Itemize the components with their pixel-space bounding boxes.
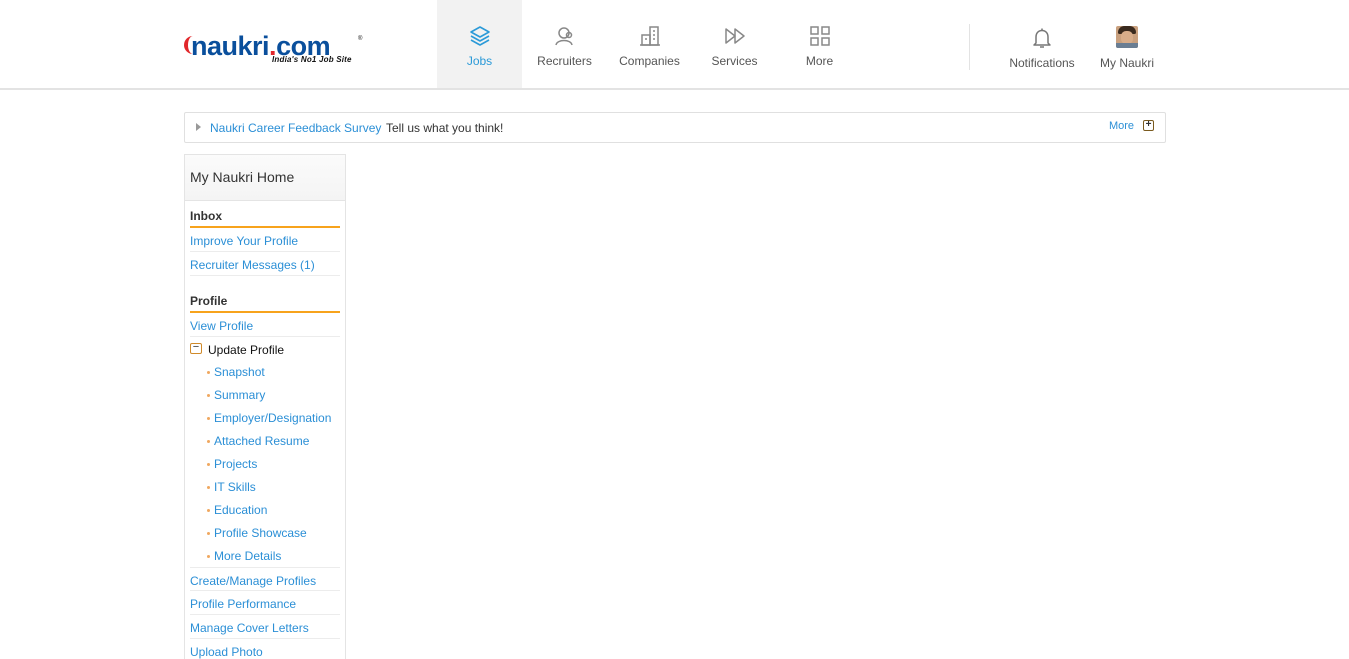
survey-more-link[interactable]: More [1109,120,1134,132]
sub-link-it-skills[interactable]: IT Skills [190,475,340,498]
profile-section: Profile View Profile − Update Profile Sn… [190,286,340,659]
logo-tagline: India's No1 Job Site [272,55,352,64]
avatar [1116,26,1138,48]
sub-link-snapshot[interactable]: Snapshot [190,360,340,383]
bullet-icon [207,394,210,397]
bullet-icon [207,509,210,512]
survey-text: Tell us what you think! [386,121,504,135]
create-manage-profiles-link[interactable]: Create/Manage Profiles [190,567,340,591]
profile-performance-link[interactable]: Profile Performance [190,591,340,615]
naukri-logo[interactable]: naukri.com ® India's No1 Job Site [184,30,369,70]
bullet-icon [207,532,210,535]
sidebar-title: My Naukri Home [185,155,345,201]
update-profile-toggle[interactable]: − Update Profile [190,337,340,360]
sub-link-projects[interactable]: Projects [190,452,340,475]
plus-icon[interactable]: + [1143,120,1154,131]
survey-link[interactable]: Naukri Career Feedback Survey [210,121,381,135]
grid-icon [809,26,830,46]
nav-services-label: Services [711,54,758,68]
nav-more[interactable]: More [777,0,862,88]
sub-link-attached-resume[interactable]: Attached Resume [190,429,340,452]
bullet-icon [207,555,210,558]
sub-link-summary[interactable]: Summary [190,383,340,406]
nav-services[interactable]: Services [692,0,777,88]
buildings-icon [639,26,660,46]
inbox-section: Inbox Improve Your Profile Recruiter Mes… [190,201,340,276]
bullet-icon [207,440,210,443]
logo-registered-mark: ® [358,36,363,42]
fast-forward-icon [724,28,745,44]
top-header: naukri.com ® India's No1 Job Site Jobs R… [0,0,1349,90]
bullet-icon [207,417,210,420]
sub-link-education[interactable]: Education [190,498,340,521]
sub-link-employer-designation[interactable]: Employer/Designation [190,406,340,429]
nav-divider [969,24,970,70]
bell-icon [1033,28,1051,48]
my-naukri-label: My Naukri [1099,56,1154,70]
update-profile-label: Update Profile [208,343,285,357]
nav-companies-label: Companies [619,54,680,68]
feedback-survey-bar: Naukri Career Feedback Survey Tell us wh… [184,112,1166,143]
nav-more-label: More [805,54,834,68]
layers-icon [469,26,490,46]
bullet-icon [207,371,210,374]
nav-recruiters[interactable]: Recruiters [522,0,607,88]
bullet-icon [207,486,210,489]
main-nav: Jobs Recruiters Companies Services More [437,0,862,88]
nav-jobs[interactable]: Jobs [437,0,522,88]
my-naukri-button[interactable]: My Naukri [1095,0,1159,88]
profile-heading: Profile [190,286,340,313]
recruiter-messages-link[interactable]: Recruiter Messages (1) [190,252,340,276]
sidebar: My Naukri Home Inbox Improve Your Profil… [184,154,346,659]
inbox-heading: Inbox [190,201,340,228]
view-profile-link[interactable]: View Profile [190,313,340,337]
notifications-label: Notifications [1009,56,1075,70]
sub-link-profile-showcase[interactable]: Profile Showcase [190,521,340,544]
improve-profile-link[interactable]: Improve Your Profile [190,228,340,252]
notifications-button[interactable]: Notifications [1003,0,1081,88]
nav-recruiters-label: Recruiters [537,54,592,68]
recruiters-icon [554,27,573,46]
nav-companies[interactable]: Companies [607,0,692,88]
expand-arrow-icon[interactable] [196,123,201,131]
nav-jobs-label: Jobs [466,54,493,68]
bullet-icon [207,463,210,466]
upload-photo-link[interactable]: Upload Photo [190,639,340,659]
collapse-minus-icon[interactable]: − [190,342,202,354]
sub-link-more-details[interactable]: More Details [190,544,340,567]
manage-cover-letters-link[interactable]: Manage Cover Letters [190,615,340,639]
